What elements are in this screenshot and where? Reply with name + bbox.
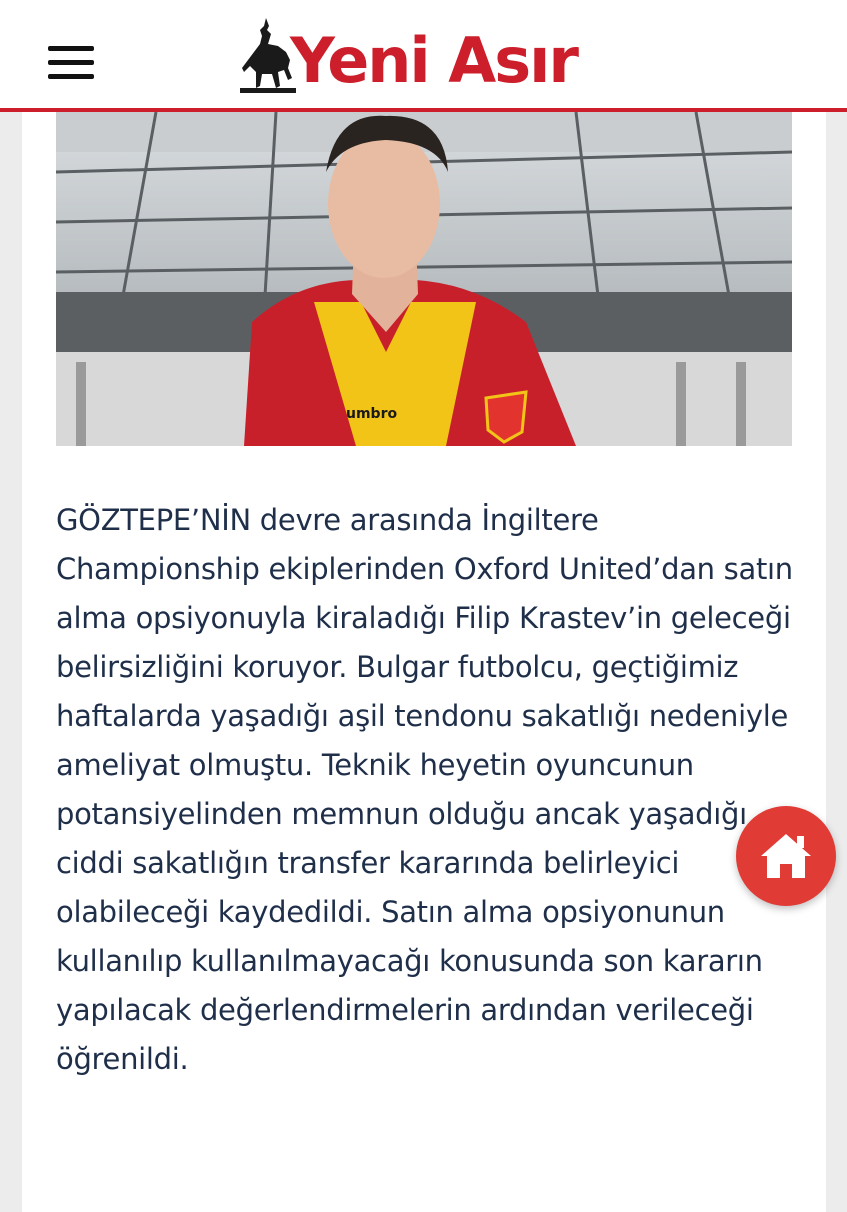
article-body-text: GÖZTEPE’NİN devre arasında İngiltere Cha… <box>56 503 793 1076</box>
hamburger-menu-icon[interactable] <box>48 42 96 82</box>
horse-rider-logo-icon <box>240 18 296 93</box>
svg-text:umbro: umbro <box>346 406 397 422</box>
player-photo: umbro <box>56 112 792 446</box>
home-icon <box>761 834 811 878</box>
site-header: Yeni Asır <box>0 0 847 112</box>
site-logo[interactable]: Yeni Asır <box>238 16 618 98</box>
home-button[interactable] <box>736 806 836 906</box>
article-hero-image: umbro <box>56 112 792 446</box>
logo-wordmark: Yeni Asır <box>290 24 579 97</box>
